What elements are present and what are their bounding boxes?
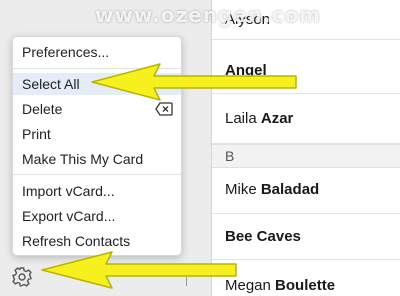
menu-item-export-vcard[interactable]: Export vCard...: [13, 205, 181, 227]
menu-item-delete[interactable]: Delete: [13, 98, 181, 120]
contact-name: Angel: [225, 62, 267, 79]
contact-row[interactable]: Bee Caves: [212, 214, 400, 260]
contact-name: Megan Boulette: [225, 277, 336, 294]
bottom-divider: [186, 270, 187, 286]
menu-item-print[interactable]: Print: [13, 123, 181, 145]
menu-item-make-my-card[interactable]: Make This My Card: [13, 148, 181, 170]
contact-name: Mike Baladad: [225, 181, 320, 198]
contact-name: Bee Caves: [225, 228, 301, 245]
contact-row[interactable]: Laila Azar: [212, 94, 400, 144]
contact-name: Laila Azar: [225, 110, 294, 127]
menu-separator: [13, 68, 181, 69]
menu-item-preferences[interactable]: Preferences...: [13, 41, 181, 63]
menu-item-import-vcard[interactable]: Import vCard...: [13, 180, 181, 202]
contacts-list: Alyson Angel Laila Azar B Mike Baladad B…: [212, 0, 400, 296]
contact-row[interactable]: Mike Baladad: [212, 168, 400, 214]
contact-row[interactable]: Angel: [212, 48, 400, 94]
contact-row[interactable]: Megan Boulette: [212, 260, 400, 296]
section-letter: B: [225, 148, 235, 164]
section-header-b: B: [212, 144, 400, 168]
action-menu: Preferences... Select All Delete Print M…: [12, 36, 182, 256]
menu-item-select-all[interactable]: Select All: [13, 73, 181, 95]
menu-item-refresh-contacts[interactable]: Refresh Contacts: [13, 230, 181, 252]
menu-item-delete-label: Delete: [22, 101, 63, 117]
menu-separator: [13, 174, 181, 175]
gear-icon[interactable]: [11, 266, 33, 288]
delete-key-icon: [155, 102, 173, 116]
watermark: www.ozengen.com: [95, 3, 322, 27]
